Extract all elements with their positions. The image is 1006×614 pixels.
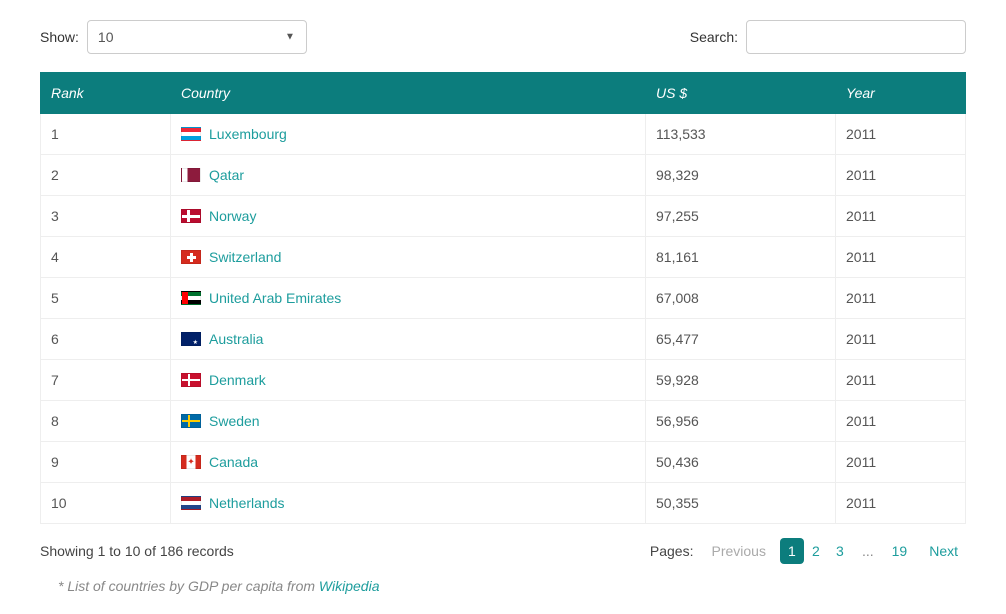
cell-year: 2011: [836, 360, 966, 401]
cell-year: 2011: [836, 442, 966, 483]
table-footer: Showing 1 to 10 of 186 records Pages: Pr…: [40, 538, 966, 564]
cell-rank: 3: [41, 196, 171, 237]
cell-country: Norway: [171, 196, 646, 237]
show-select[interactable]: 10: [87, 20, 307, 54]
cell-rank: 10: [41, 483, 171, 524]
header-country[interactable]: Country: [171, 73, 646, 114]
cell-rank: 4: [41, 237, 171, 278]
cell-usd: 97,255: [646, 196, 836, 237]
cell-usd: 67,008: [646, 278, 836, 319]
cell-usd: 50,436: [646, 442, 836, 483]
page-number[interactable]: 2: [804, 538, 828, 564]
show-select-wrap: 10: [87, 20, 307, 54]
flag-icon: [181, 209, 201, 223]
cell-rank: 2: [41, 155, 171, 196]
flag-icon: [181, 496, 201, 510]
country-link[interactable]: Netherlands: [209, 495, 285, 511]
cell-country: Canada: [171, 442, 646, 483]
country-link[interactable]: Canada: [209, 454, 258, 470]
page-last[interactable]: 19: [884, 538, 916, 564]
cell-rank: 9: [41, 442, 171, 483]
cell-year: 2011: [836, 114, 966, 155]
cell-usd: 65,477: [646, 319, 836, 360]
cell-year: 2011: [836, 319, 966, 360]
cell-rank: 1: [41, 114, 171, 155]
table-row: 3 Norway 97,2552011: [41, 196, 966, 237]
next-button[interactable]: Next: [921, 538, 966, 564]
header-year[interactable]: Year: [836, 73, 966, 114]
flag-icon: [181, 127, 201, 141]
cell-country: Sweden: [171, 401, 646, 442]
flag-icon: [181, 455, 201, 469]
table-row: 2 Qatar 98,3292011: [41, 155, 966, 196]
cell-usd: 50,355: [646, 483, 836, 524]
cell-country: Netherlands: [171, 483, 646, 524]
cell-usd: 56,956: [646, 401, 836, 442]
country-link[interactable]: Luxembourg: [209, 126, 287, 142]
cell-usd: 98,329: [646, 155, 836, 196]
pagination: Pages: Previous 123 ... 19 Next: [650, 538, 966, 564]
table-row: 10 Netherlands 50,3552011: [41, 483, 966, 524]
flag-icon: [181, 250, 201, 264]
country-link[interactable]: Australia: [209, 331, 263, 347]
data-table: Rank Country US $ Year 1 Luxembourg 113,53…: [40, 72, 966, 524]
cell-year: 2011: [836, 237, 966, 278]
flag-icon: [181, 373, 201, 387]
table-row: 1 Luxembourg 113,5332011: [41, 114, 966, 155]
search-control: Search:: [690, 20, 966, 54]
country-link[interactable]: United Arab Emirates: [209, 290, 341, 306]
page-number[interactable]: 1: [780, 538, 804, 564]
source-prefix: * List of countries by GDP per capita fr…: [58, 578, 319, 594]
header-usd[interactable]: US $: [646, 73, 836, 114]
cell-country: Luxembourg: [171, 114, 646, 155]
header-rank[interactable]: Rank: [41, 73, 171, 114]
cell-year: 2011: [836, 401, 966, 442]
cell-year: 2011: [836, 278, 966, 319]
table-row: 7 Denmark 59,9282011: [41, 360, 966, 401]
cell-country: Denmark: [171, 360, 646, 401]
cell-year: 2011: [836, 155, 966, 196]
cell-usd: 59,928: [646, 360, 836, 401]
cell-country: United Arab Emirates: [171, 278, 646, 319]
cell-usd: 113,533: [646, 114, 836, 155]
table-row: 9 Canada 50,4362011: [41, 442, 966, 483]
country-link[interactable]: Switzerland: [209, 249, 281, 265]
search-label: Search:: [690, 29, 738, 45]
country-link[interactable]: Norway: [209, 208, 256, 224]
flag-icon: [181, 291, 201, 305]
cell-country: Qatar: [171, 155, 646, 196]
cell-rank: 8: [41, 401, 171, 442]
header-row: Rank Country US $ Year: [41, 73, 966, 114]
cell-country: Australia: [171, 319, 646, 360]
table-row: 4 Switzerland 81,1612011: [41, 237, 966, 278]
table-row: 6 Australia 65,4772011: [41, 319, 966, 360]
flag-icon: [181, 414, 201, 428]
country-link[interactable]: Sweden: [209, 413, 260, 429]
country-link[interactable]: Denmark: [209, 372, 266, 388]
country-link[interactable]: Qatar: [209, 167, 244, 183]
table-row: 5 United Arab Emirates 67,0082011: [41, 278, 966, 319]
search-input[interactable]: [746, 20, 966, 54]
prev-button[interactable]: Previous: [703, 538, 773, 564]
cell-country: Switzerland: [171, 237, 646, 278]
cell-rank: 7: [41, 360, 171, 401]
cell-year: 2011: [836, 483, 966, 524]
show-label: Show:: [40, 29, 79, 45]
cell-rank: 6: [41, 319, 171, 360]
flag-icon: [181, 168, 201, 182]
cell-year: 2011: [836, 196, 966, 237]
show-control: Show: 10: [40, 20, 307, 54]
cell-rank: 5: [41, 278, 171, 319]
page-number[interactable]: 3: [828, 538, 852, 564]
table-row: 8 Sweden 56,9562011: [41, 401, 966, 442]
table-controls: Show: 10 Search:: [40, 20, 966, 54]
source-link[interactable]: Wikipedia: [319, 578, 380, 594]
flag-icon: [181, 332, 201, 346]
source-note: * List of countries by GDP per capita fr…: [40, 578, 966, 594]
cell-usd: 81,161: [646, 237, 836, 278]
